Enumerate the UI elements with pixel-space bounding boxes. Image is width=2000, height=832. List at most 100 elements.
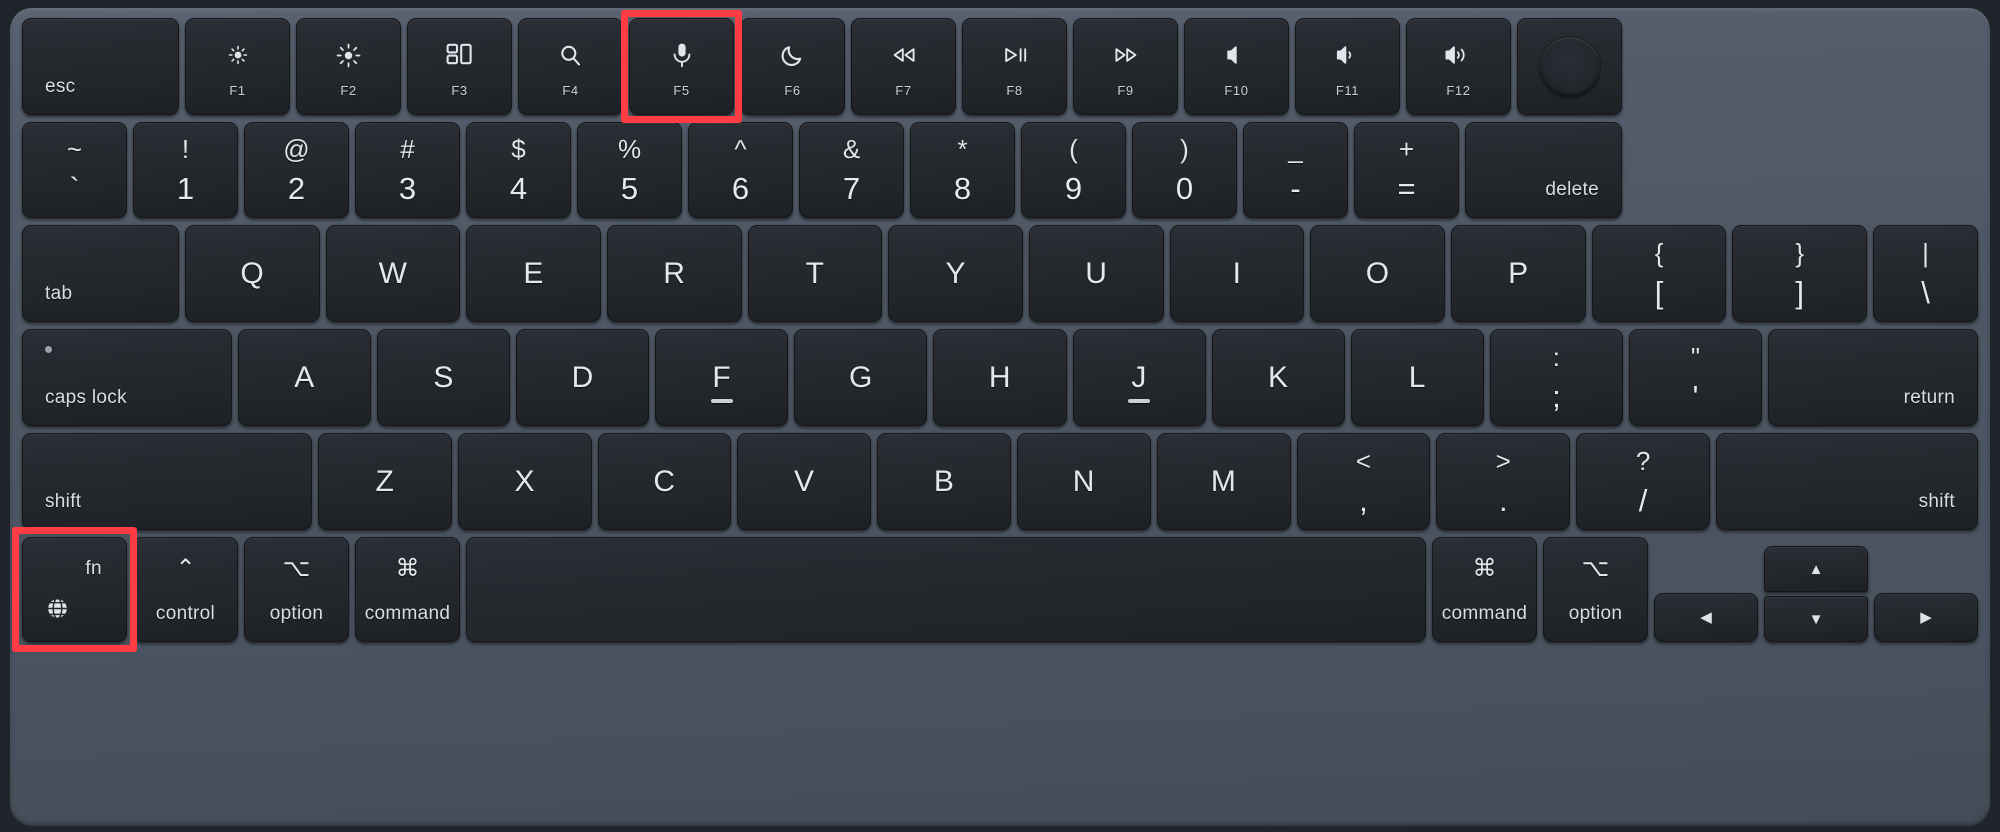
key-f-label: F [712,360,732,394]
key-b-label: B [933,464,955,498]
option-icon: ⌥ [1581,555,1610,582]
key-1[interactable]: ! 1 [133,122,238,218]
key-r[interactable]: R [607,225,742,322]
key-h[interactable]: H [933,329,1067,426]
key-touch-id-power[interactable] [1517,18,1622,115]
key-period-label: . [1498,482,1508,518]
key-quote-label: ' [1692,378,1699,414]
key-comma[interactable]: < , [1296,433,1431,530]
key-caps-lock[interactable]: caps lock [22,329,232,426]
fast-forward-icon [1111,39,1141,71]
key-n[interactable]: N [1016,433,1151,530]
key-0-shift-label: ) [1180,134,1189,164]
key-slash[interactable]: ? / [1576,433,1710,530]
key-period[interactable]: > . [1436,433,1571,530]
key-fn[interactable]: fn [22,537,127,642]
key-f4-spotlight[interactable]: F4 [518,18,623,115]
brightness-down-icon [226,39,250,71]
key-f8-play-pause[interactable]: F8 [962,18,1067,115]
key-o[interactable]: O [1310,225,1446,322]
key-8[interactable]: * 8 [910,122,1015,218]
key-2-shift-label: @ [283,134,310,164]
key-command-right[interactable]: ⌘ command [1432,537,1537,642]
key-l[interactable]: L [1350,329,1484,426]
key-option-left[interactable]: ⌥ option [244,537,349,642]
mission-control-icon [446,39,474,71]
key-equal[interactable]: + = [1354,122,1459,218]
key-quote[interactable]: " ' [1628,329,1763,426]
key-bracket-left[interactable]: { [ [1591,225,1727,322]
key-4[interactable]: $ 4 [466,122,571,218]
key-shift-right[interactable]: shift [1715,433,1978,530]
key-f[interactable]: F [655,329,789,426]
key-f9-label: F9 [1117,83,1134,98]
key-s[interactable]: S [377,329,511,426]
key-delete[interactable]: delete [1465,122,1622,218]
key-v[interactable]: V [737,433,872,530]
key-w[interactable]: W [325,225,461,322]
key-f3-mission-control[interactable]: F3 [407,18,512,115]
key-f11-volume-down[interactable]: F11 [1295,18,1400,115]
key-p[interactable]: P [1451,225,1586,322]
key-d[interactable]: D [516,329,650,426]
key-i[interactable]: I [1169,225,1305,322]
key-a[interactable]: A [238,329,372,426]
key-arrow-right[interactable]: ▶ [1874,593,1978,642]
key-q[interactable]: Q [185,225,320,322]
key-grave[interactable]: ~ ` [22,122,127,218]
key-arrow-up[interactable]: ▲ [1764,546,1868,592]
key-f7-rewind[interactable]: F7 [851,18,956,115]
key-f12-label: F12 [1446,83,1471,98]
key-minus[interactable]: _ - [1243,122,1348,218]
key-space[interactable] [466,537,1426,642]
key-caps-lock-label: caps lock [45,387,127,408]
key-semicolon[interactable]: : ; [1489,329,1623,426]
key-arrow-left[interactable]: ◀ [1654,593,1758,642]
key-h-label: H [988,360,1012,394]
key-9[interactable]: ( 9 [1021,122,1126,218]
key-f2-brightness-up[interactable]: F2 [296,18,401,115]
key-f6-do-not-disturb[interactable]: F6 [740,18,845,115]
key-7[interactable]: & 7 [799,122,904,218]
key-u[interactable]: U [1029,225,1164,322]
key-z[interactable]: Z [318,433,452,530]
key-4-shift-label: $ [511,134,526,164]
key-f12-volume-up[interactable]: F12 [1406,18,1511,115]
key-f1-brightness-down[interactable]: F1 [185,18,290,115]
key-control[interactable]: ⌃ control [133,537,238,642]
key-arrow-down[interactable]: ▼ [1764,596,1868,642]
key-escape[interactable]: esc [22,18,179,115]
key-6-label: 6 [731,171,750,206]
key-shift-left[interactable]: shift [22,433,312,530]
key-y[interactable]: Y [888,225,1024,322]
key-tab[interactable]: tab [22,225,179,322]
key-c[interactable]: C [597,433,732,530]
key-6[interactable]: ^ 6 [688,122,793,218]
key-semicolon-shift-label: : [1552,341,1560,372]
key-0[interactable]: ) 0 [1132,122,1237,218]
key-b[interactable]: B [877,433,1011,530]
key-return[interactable]: return [1768,329,1979,426]
key-f2-label: F2 [340,83,357,98]
key-2[interactable]: @ 2 [244,122,349,218]
key-bracket-right[interactable]: } ] [1732,225,1868,322]
key-5[interactable]: % 5 [577,122,682,218]
key-3[interactable]: # 3 [355,122,460,218]
key-f10-mute[interactable]: F10 [1184,18,1289,115]
key-x[interactable]: X [457,433,592,530]
key-command-left[interactable]: ⌘ command [355,537,460,642]
key-m[interactable]: M [1156,433,1291,530]
key-option-right[interactable]: ⌥ option [1543,537,1648,642]
key-e[interactable]: E [466,225,602,322]
key-grave-shift-label: ~ [66,134,83,164]
key-t[interactable]: T [747,225,883,322]
key-f9-fast-forward[interactable]: F9 [1073,18,1178,115]
key-8-label: 8 [953,171,972,206]
key-k[interactable]: K [1211,329,1345,426]
key-f5-dictation[interactable]: F5 [629,18,734,115]
key-g[interactable]: G [794,329,928,426]
key-backslash[interactable]: | \ [1873,225,1979,322]
key-delete-label: delete [1545,179,1599,200]
keyboard-screenshot: esc F1 F2 F3 F4 F5 F6 F7 F8 F9 F10 F11 F… [0,0,2000,832]
key-j[interactable]: J [1072,329,1206,426]
